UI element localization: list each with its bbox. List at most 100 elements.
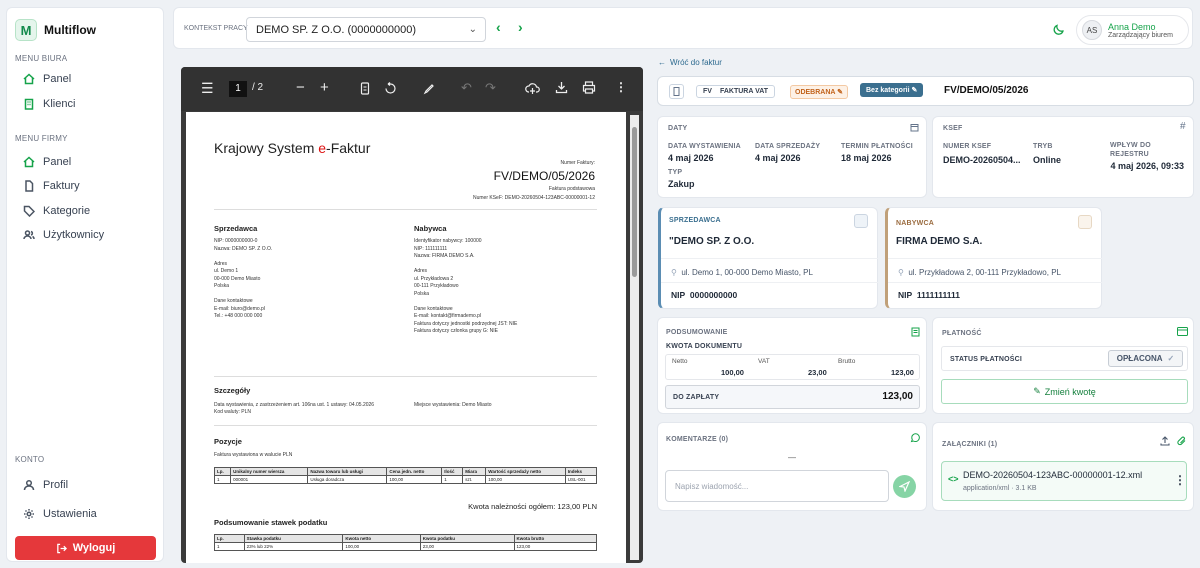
draw-icon[interactable] [423, 82, 436, 95]
chat-icon [910, 433, 920, 443]
context-label: KONTEKST PRACY [184, 25, 248, 32]
fit-page-icon[interactable] [359, 82, 371, 95]
ksef-number: DEMO-20260504... [943, 155, 1021, 165]
buyer-nip: NIP 1111111111 [898, 290, 960, 300]
table-cell: 23,00 [419, 542, 515, 551]
hash-icon: # [1180, 121, 1186, 132]
undo-icon[interactable]: ↶ [461, 80, 472, 96]
logout-button[interactable]: Wyloguj [15, 536, 156, 560]
more-options-icon[interactable]: ⋮ [615, 80, 627, 94]
attachment-item[interactable]: <> DEMO-20260504-123ABC-00000001-12.xml … [941, 461, 1187, 501]
dates-title: DATY [668, 125, 688, 132]
invoice-number: FV/DEMO/05/2026 [944, 85, 1029, 96]
rotate-icon[interactable] [384, 82, 397, 95]
due-date-label: TERMIN PŁATNOŚCI [841, 143, 913, 150]
section-company-title: MENU FIRMY [15, 134, 68, 143]
send-icon [899, 481, 910, 492]
pdf-line: Identyfikator nabywcy: 100000 [414, 238, 482, 244]
pdf-viewer: ☰ 1 / 2 − + ↶ ↷ ⋮ Krajowy System e-Faktu… [181, 67, 643, 563]
upload-icon[interactable] [1160, 436, 1170, 446]
to-pay-box: DO ZAPŁATY 123,00 [665, 385, 920, 409]
document-icon [669, 84, 684, 99]
table-cell: 100,00 [485, 475, 566, 484]
back-link[interactable]: ← Wróć do faktur [658, 58, 722, 67]
send-button[interactable] [893, 475, 916, 498]
category-badge[interactable]: Bez kategorii ✎ [860, 83, 924, 97]
issue-date-label: DATA WYSTAWIENIA [668, 143, 741, 150]
zoom-out-icon[interactable]: − [296, 79, 305, 96]
logout-icon [56, 543, 67, 553]
table-cell: 1 [214, 542, 245, 551]
nav-profile[interactable]: Profil [23, 479, 68, 491]
user-menu[interactable]: AS Anna Demo Zarządzający biurem [1076, 15, 1189, 45]
nav-company-users[interactable]: Użytkownicy [23, 229, 104, 241]
sale-date-label: DATA SPRZEDAŻY [755, 143, 821, 150]
redo-icon[interactable]: ↷ [485, 80, 496, 96]
next-context-button[interactable]: › [518, 19, 523, 35]
map-pin-icon: ⚲ [898, 268, 904, 277]
gear-icon [24, 509, 34, 519]
context-select[interactable]: DEMO SP. Z O.O. (0000000000) ⌄ [246, 17, 486, 42]
nav-settings[interactable]: Ustawienia [23, 508, 97, 520]
pdf-ksef-line: Numer KSeF: DEMO-20260504-123ABC-0000000… [472, 195, 595, 201]
pdf-line: Dane kontaktowe [214, 298, 253, 304]
to-pay-label: DO ZAPŁATY [673, 394, 720, 401]
pdf-toolbar: ☰ 1 / 2 − + ↶ ↷ ⋮ [181, 67, 643, 111]
arrow-left-icon: ← [658, 58, 666, 67]
pdf-line: Dane kontaktowe [414, 305, 453, 312]
nav-label: Kategorie [43, 205, 91, 217]
comments-title: KOMENTARZE (0) [666, 436, 729, 443]
nav-company-panel[interactable]: Panel [23, 156, 71, 168]
seller-card: SPRZEDAWCA "DEMO SP. Z O.O. ⚲ ul. Demo 1… [658, 207, 878, 309]
payment-status-badge[interactable]: OPŁACONA ✓ [1108, 350, 1183, 367]
page-number-input[interactable]: 1 [229, 81, 247, 97]
print-icon[interactable] [582, 81, 596, 94]
net-label: Netto [672, 358, 688, 365]
nav-label: Użytkownicy [43, 229, 105, 241]
nav-company-invoices[interactable]: Faktury [23, 180, 80, 192]
download-icon[interactable] [555, 81, 568, 94]
nav-company-categories[interactable]: Kategorie [23, 205, 90, 217]
attachment-menu-icon[interactable]: ⋮ [1174, 473, 1186, 487]
summary-title: PODSUMOWANIE [666, 329, 728, 336]
type-value: Zakup [668, 179, 695, 189]
comment-input[interactable]: Napisz wiadomość... [665, 470, 889, 502]
attachment-meta: application/xml · 3.1 KB [963, 485, 1037, 492]
credit-card-icon [1177, 327, 1188, 336]
app-logo[interactable]: M Multiflow [15, 19, 96, 41]
table-row: 1 23% lub 22% 100,00 23,00 123,00 [214, 542, 598, 551]
table-row: 1 000001 Usługa doradcza 100,00 1 szt. 100,00 U… [213, 475, 598, 484]
pdf-line: ul. Przykładowa 2 [414, 275, 454, 282]
seller-name: "DEMO SP. Z O.O. [669, 236, 755, 247]
section-account-title: KONTO [15, 455, 45, 464]
context-value: DEMO SP. Z O.O. (0000000000) [256, 23, 416, 36]
add-comment-icon[interactable] [525, 81, 540, 95]
nav-office-clients[interactable]: Klienci [23, 98, 75, 110]
users-icon [23, 230, 35, 240]
change-amount-button[interactable]: ✎ Zmień kwotę [941, 379, 1188, 404]
nav-office-panel[interactable]: Panel [23, 73, 71, 85]
pdf-buyer-block: Identyfikator nabywcy: 100000 NIP: 111111… [414, 238, 517, 336]
buyer-title: NABYWCA [896, 220, 934, 227]
prev-context-button[interactable]: ‹ [496, 19, 501, 35]
pdf-tax-title: Podsumowanie stawek podatku [214, 518, 328, 527]
attachment-name: DEMO-20260504-123ABC-00000001-12.xml [963, 470, 1143, 480]
pdf-line: ul. Demo 1 [214, 268, 239, 274]
ksef-card: KSEF # NUMER KSEF DEMO-20260504... TRYB … [932, 116, 1194, 198]
comments-card: KOMENTARZE (0) — Napisz wiadomość... [657, 422, 927, 511]
zoom-in-icon[interactable]: + [320, 79, 329, 96]
menu-icon[interactable]: ☰ [201, 80, 214, 97]
pdf-positions-table: Lp. Unikalny numer wiersza Nazwa towaru lu… [213, 467, 598, 484]
seller-nip: NIP 0000000000 [671, 290, 738, 300]
pdf-line: 00-000 Demo Miasto [214, 275, 261, 282]
ksef-num-label: NUMER KSEF [943, 143, 992, 150]
app-name: Multiflow [44, 23, 96, 37]
paperclip-icon[interactable] [1177, 436, 1187, 446]
moon-icon[interactable] [1053, 23, 1065, 35]
comments-empty: — [788, 453, 796, 462]
status-badge[interactable]: ODEBRANA ✎ [790, 85, 849, 99]
calendar-icon [910, 124, 919, 132]
issue-date: 4 maj 2026 [668, 153, 714, 163]
pdf-scroll-thumb[interactable] [632, 127, 637, 277]
table-header: Lp. [213, 467, 232, 476]
